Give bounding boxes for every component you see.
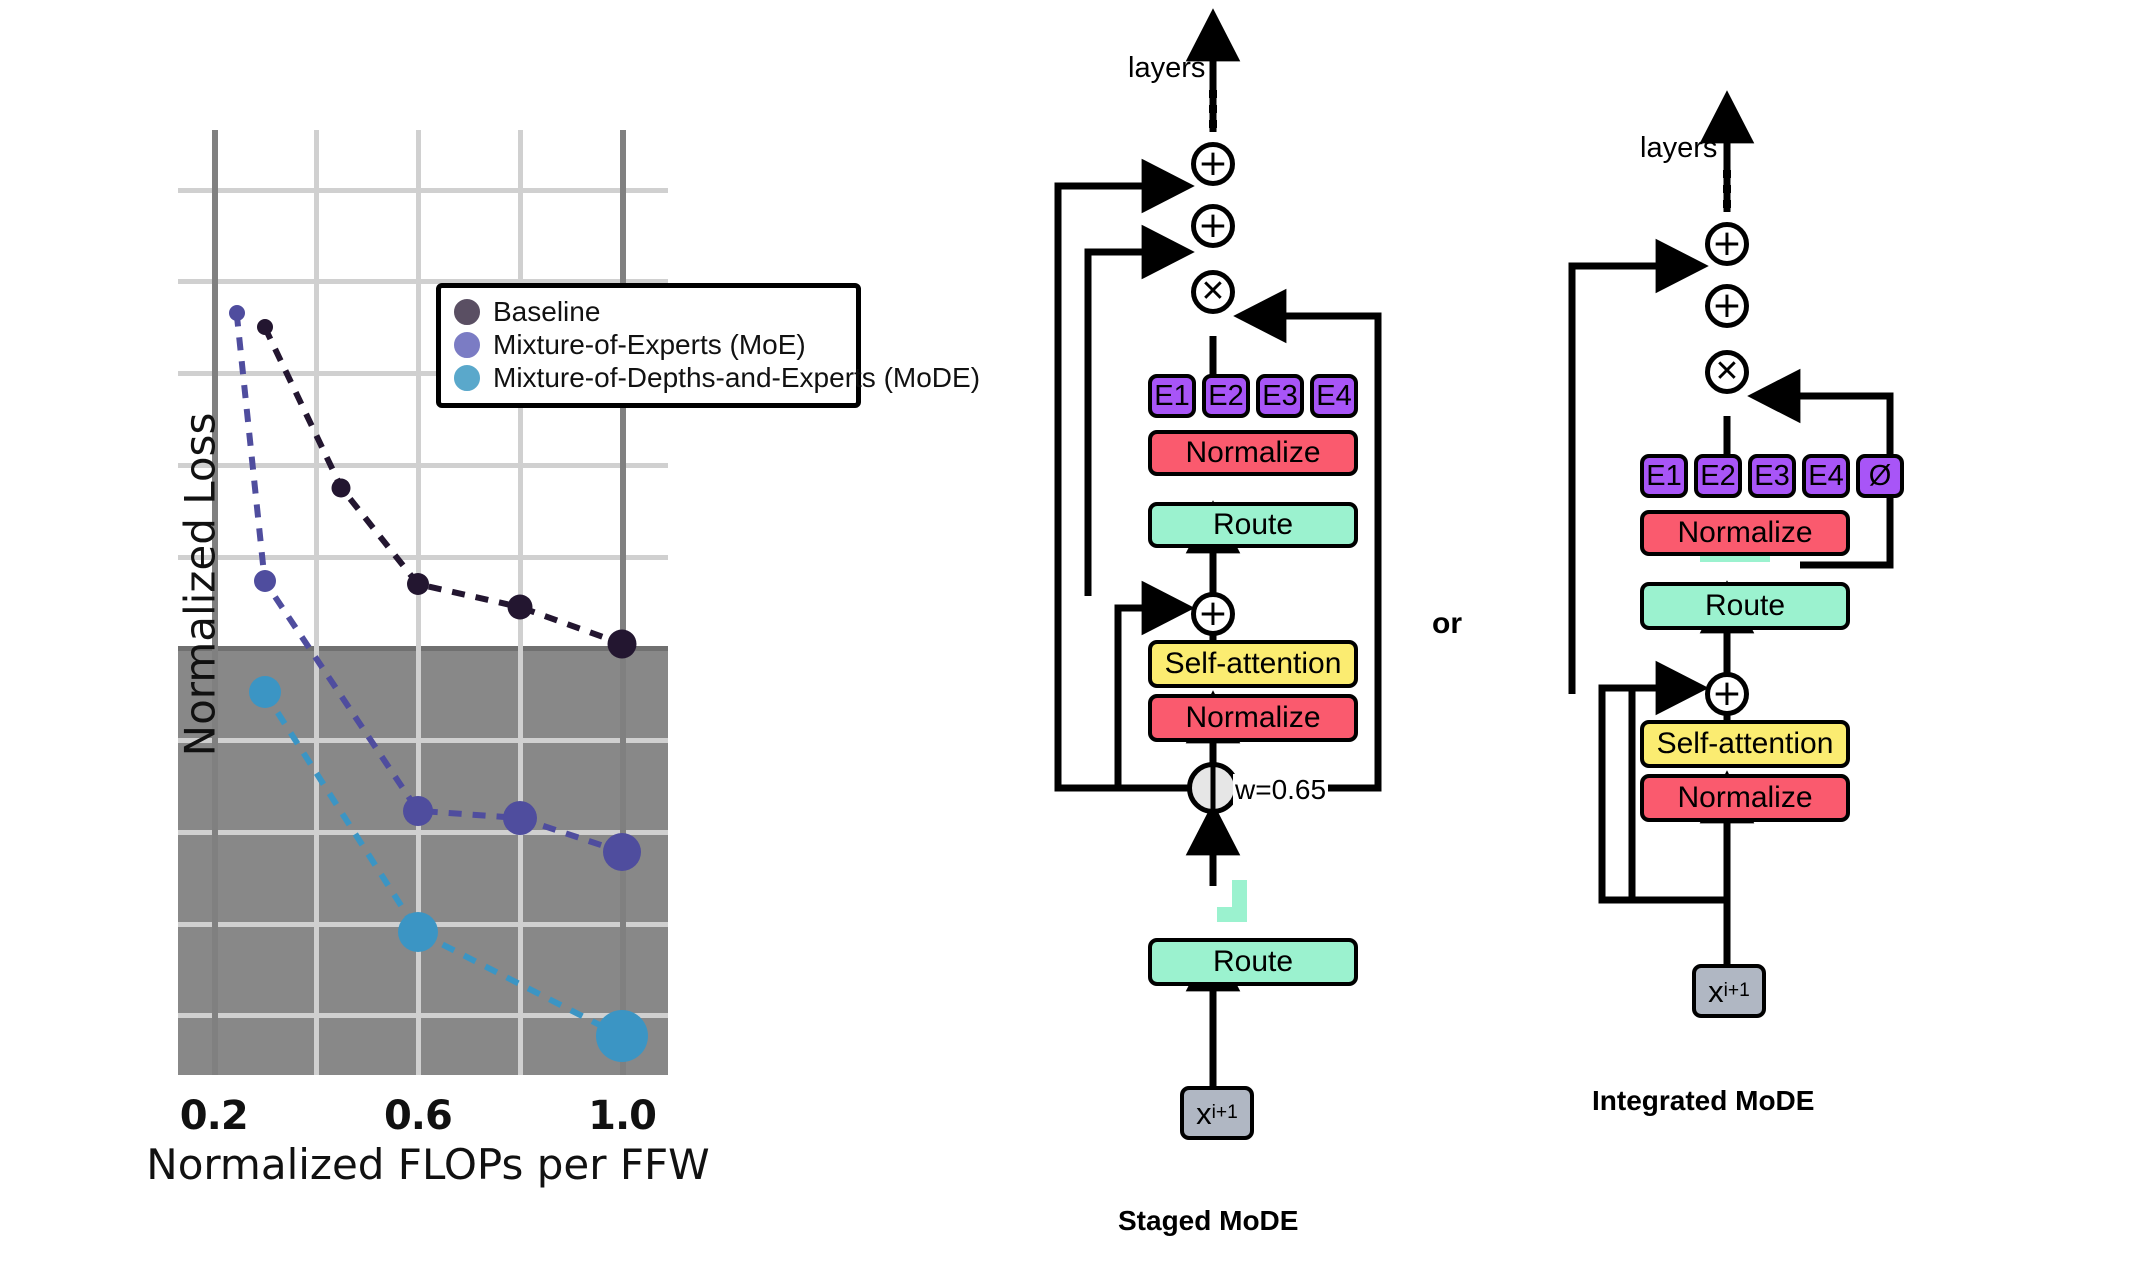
staged-normalize-top[interactable]: Normalize (1148, 430, 1358, 476)
integrated-expert-e1[interactable]: E1 (1640, 454, 1688, 498)
data-point-marker (596, 1010, 649, 1063)
legend-item-mode: Mixture-of-Depths-and-Experts (MoDE) (454, 361, 980, 394)
data-point-marker (256, 319, 273, 336)
x-tick-label: 0.2 (179, 1093, 249, 1139)
staged-input-label: x (1196, 1095, 1212, 1131)
data-point-marker (253, 570, 276, 593)
integrated-input-label: x (1708, 973, 1724, 1009)
staged-add-op-attn: + (1191, 592, 1235, 636)
staged-self-attention[interactable]: Self-attention (1148, 640, 1358, 688)
integrated-self-attention[interactable]: Self-attention (1640, 720, 1850, 768)
integrated-route[interactable]: Route (1640, 582, 1850, 630)
staged-route-top[interactable]: Route (1148, 502, 1358, 548)
x-tick-label: 0.6 (383, 1093, 453, 1139)
staged-input-node: x i+1 (1180, 1086, 1254, 1140)
legend-swatch-baseline (454, 298, 480, 325)
integrated-add-op-top: + (1705, 222, 1749, 266)
integrated-input-node: x i+1 (1692, 964, 1766, 1018)
integrated-input-subscript: i+1 (1723, 980, 1750, 1002)
staged-caption: Staged MoDE (1118, 1205, 1299, 1236)
data-point-marker (507, 594, 533, 620)
integrated-mode-diagram: layers + + ✕ E1 E2 E3 E4 Ø Normalize Rou… (1500, 0, 2120, 1282)
legend-swatch-mode (454, 364, 480, 391)
staged-layers-label: layers (1128, 52, 1206, 84)
legend-item-moe: Mixture-of-Experts (MoE) (454, 328, 843, 361)
plot-area: 0.960.970.980.991.001.011.021.031.041.05… (146, 130, 980, 1189)
x-axis-label: Normalized FLOPs per FFW (146, 1140, 710, 1189)
staged-normalize-bottom[interactable]: Normalize (1148, 694, 1358, 742)
staged-mode-diagram: layers + + ✕ E1 E2 E3 E4 Normalize Route… (990, 0, 1550, 1282)
integrated-expert-e2[interactable]: E2 (1694, 454, 1742, 498)
data-point-marker (603, 833, 642, 872)
staged-vertical-dots (1209, 90, 1217, 128)
staged-add-op-top: + (1191, 142, 1235, 186)
data-point-marker (228, 305, 245, 322)
data-point-marker (402, 795, 433, 826)
legend-label-moe: Mixture-of-Experts (MoE) (493, 328, 806, 360)
integrated-expert-e3[interactable]: E3 (1748, 454, 1796, 498)
series-line (262, 690, 624, 1040)
integrated-normalize-bottom[interactable]: Normalize (1640, 774, 1850, 822)
staged-multiply-op: ✕ (1191, 270, 1235, 314)
staged-add-op-second: + (1191, 204, 1235, 248)
legend-label-baseline: Baseline (493, 295, 601, 327)
staged-expert-e3[interactable]: E3 (1256, 374, 1304, 418)
integrated-expert-e4[interactable]: E4 (1802, 454, 1850, 498)
data-point-marker (248, 676, 281, 709)
legend-swatch-moe (454, 331, 480, 358)
integrated-layers-label: layers (1640, 132, 1718, 164)
integrated-vertical-dots (1723, 170, 1731, 208)
integrated-add-op-second: + (1705, 284, 1749, 328)
staged-route-bottom[interactable]: Route (1148, 938, 1358, 986)
data-point-marker (331, 478, 351, 498)
integrated-expert-noop[interactable]: Ø (1856, 454, 1904, 498)
chart-legend: Baseline Mixture-of-Experts (MoE) Mixtur… (436, 283, 980, 408)
figure-root: 0.960.970.980.991.001.011.021.031.041.05… (0, 0, 2149, 1282)
staged-weight-label: w=0.65 (1233, 774, 1329, 806)
staged-route-bottom-histogram (1217, 880, 1247, 922)
integrated-add-op-attn: + (1705, 672, 1749, 716)
staged-expert-e4[interactable]: E4 (1310, 374, 1358, 418)
staged-expert-e1[interactable]: E1 (1148, 374, 1196, 418)
chart-panel: 0.960.970.980.991.001.011.021.031.041.05… (0, 0, 1000, 1282)
data-point-marker (502, 801, 537, 836)
integrated-normalize-top[interactable]: Normalize (1640, 510, 1850, 556)
data-point-marker (607, 629, 637, 659)
x-tick-label: 1.0 (588, 1093, 657, 1139)
staged-expert-e2[interactable]: E2 (1202, 374, 1250, 418)
staged-gate-op (1187, 762, 1239, 814)
legend-item-baseline: Baseline (454, 295, 843, 328)
data-point-marker (397, 911, 438, 952)
legend-label-mode: Mixture-of-Depths-and-Experts (MoDE) (493, 361, 981, 393)
integrated-caption: Integrated MoDE (1592, 1085, 1815, 1116)
or-separator-label: or (1432, 607, 1462, 640)
data-point-marker (406, 573, 429, 596)
staged-input-subscript: i+1 (1211, 1102, 1238, 1124)
integrated-multiply-op: ✕ (1705, 350, 1749, 394)
